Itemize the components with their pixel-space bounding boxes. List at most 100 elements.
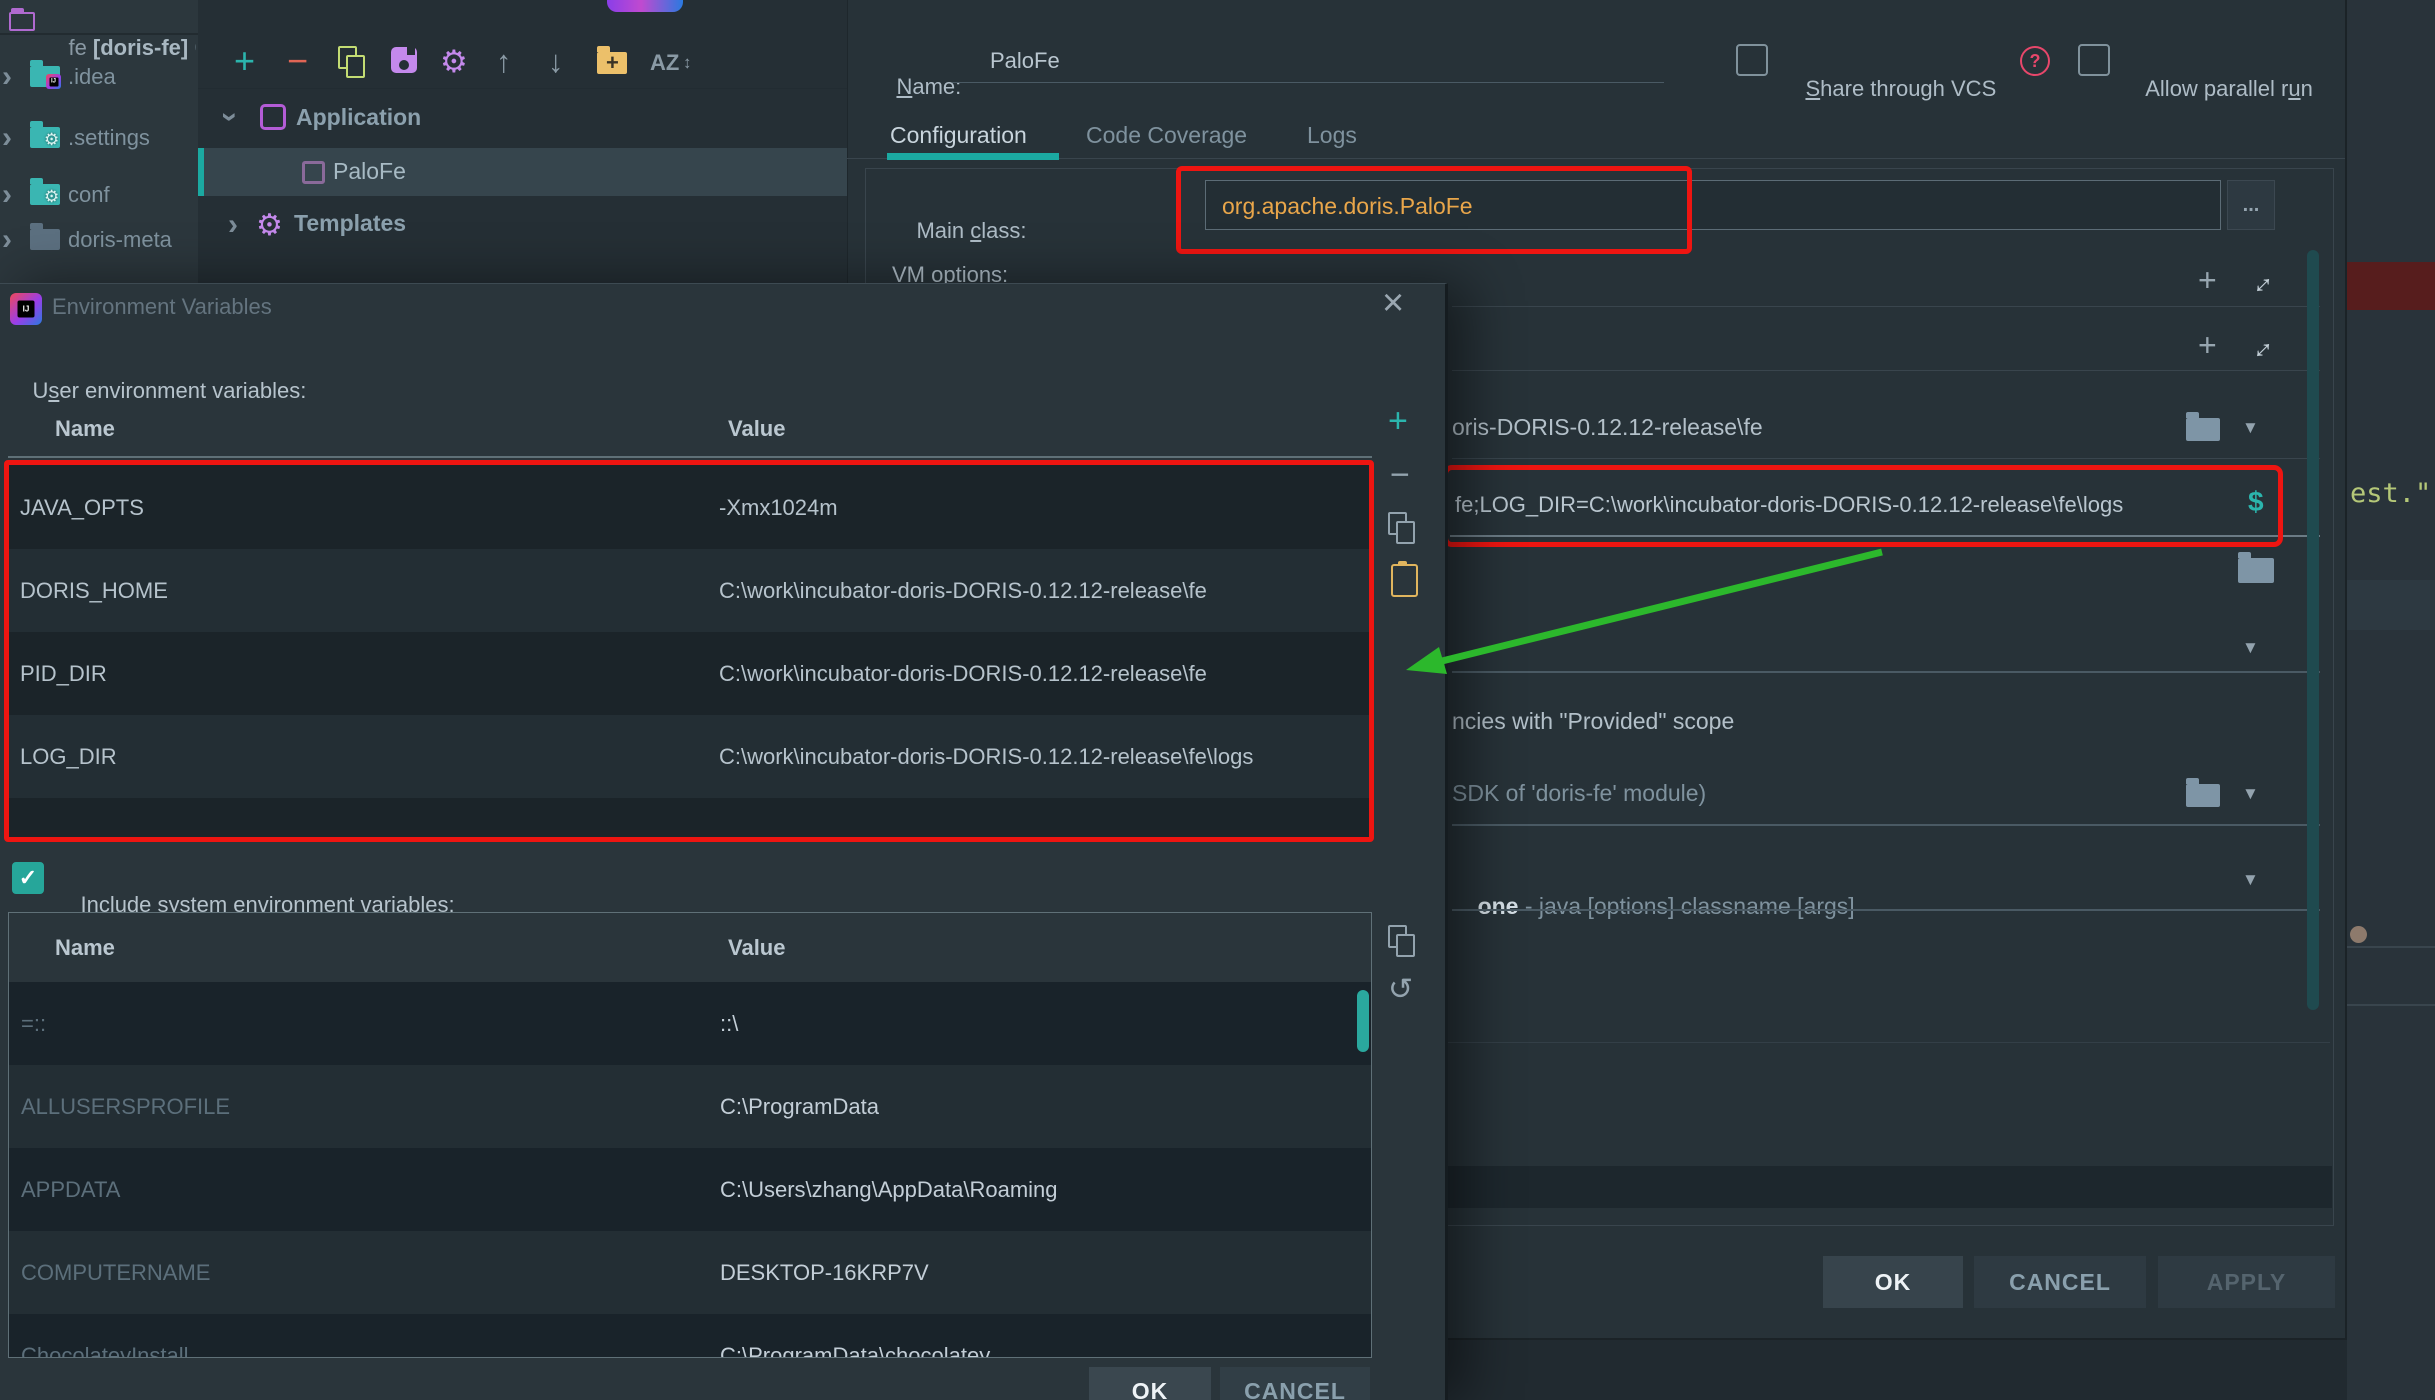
field-underline-jre bbox=[1452, 824, 2320, 826]
copy-system-var-button[interactable] bbox=[1388, 925, 1416, 957]
var-name: ALLUSERSPROFILE bbox=[21, 1094, 230, 1120]
column-header: Value bbox=[728, 935, 785, 961]
chevron-right-icon: › bbox=[228, 210, 238, 240]
ok-button[interactable]: OK bbox=[1823, 1256, 1963, 1308]
annotation-env-field bbox=[1443, 465, 2283, 547]
chevron-down-icon[interactable]: ▼ bbox=[2242, 638, 2259, 658]
sidebar-item-label: conf bbox=[68, 182, 110, 208]
allow-parallel-checkbox[interactable] bbox=[2078, 44, 2110, 76]
var-name: COMPUTERNAME bbox=[21, 1260, 210, 1286]
browse-folder-icon[interactable] bbox=[2238, 558, 2274, 583]
annotation-main-class bbox=[1176, 166, 1692, 254]
active-tab-underline bbox=[887, 153, 1059, 160]
new-folder-plus: + bbox=[606, 50, 619, 76]
name-label: Name: bbox=[872, 48, 961, 126]
browse-folder-icon[interactable] bbox=[2186, 418, 2220, 441]
move-down-button[interactable]: ↓ bbox=[548, 44, 564, 80]
chevron-right-icon: › bbox=[2, 62, 12, 92]
field-underline-workdir bbox=[1452, 458, 2320, 459]
browse-main-class-button[interactable]: ... bbox=[2227, 180, 2275, 230]
chevron-down-icon[interactable]: ▼ bbox=[2242, 784, 2259, 804]
move-up-button[interactable]: ↑ bbox=[496, 44, 512, 80]
help-icon[interactable]: ? bbox=[2020, 46, 2050, 76]
add-config-button[interactable]: + bbox=[234, 40, 255, 82]
templates-gear-icon: ⚙ bbox=[256, 208, 283, 243]
add-var-button[interactable]: + bbox=[1388, 402, 1408, 441]
table-scrollbar-thumb[interactable] bbox=[1357, 990, 1369, 1052]
table-row[interactable]: APPDATA C:\Users\zhang\AppData\Roaming bbox=[9, 1148, 1371, 1231]
var-value: C:\ProgramData\chocolatey bbox=[720, 1343, 990, 1359]
include-system-checkbox[interactable]: ✓ bbox=[12, 862, 44, 894]
table-row[interactable]: ALLUSERSPROFILE C:\ProgramData bbox=[9, 1065, 1371, 1148]
tab-configuration[interactable]: Configuration bbox=[890, 122, 1027, 149]
main-class-label: Main class: bbox=[892, 192, 1027, 270]
remove-var-button[interactable]: − bbox=[1390, 456, 1410, 495]
var-value: C:\ProgramData bbox=[720, 1094, 879, 1120]
chevron-down-icon[interactable]: ▼ bbox=[2242, 418, 2259, 438]
form-scrollbar[interactable] bbox=[2307, 250, 2319, 1010]
var-value: DESKTOP-16KRP7V bbox=[720, 1260, 929, 1286]
chevron-down-icon[interactable]: ▼ bbox=[2242, 870, 2259, 890]
paste-var-button[interactable] bbox=[1391, 564, 1418, 597]
selected-row-accent bbox=[198, 148, 204, 196]
sidebar-item-label: .settings bbox=[68, 125, 150, 151]
editor-bookmark-dot bbox=[2350, 926, 2367, 943]
title-divider bbox=[0, 33, 198, 35]
close-icon[interactable]: × bbox=[1382, 282, 1404, 325]
user-table-header-line bbox=[8, 456, 1372, 458]
chevron-right-icon: › bbox=[2, 180, 12, 210]
folder-icon bbox=[30, 229, 60, 250]
config-item-label: PaloFe bbox=[333, 158, 406, 185]
add-icon[interactable]: + bbox=[2198, 262, 2217, 299]
env-dialog-title: Environment Variables bbox=[52, 294, 272, 320]
share-vcs-checkbox[interactable] bbox=[1736, 44, 1768, 76]
dialog-app-icon: IJ bbox=[10, 293, 42, 325]
tab-logs[interactable]: Logs bbox=[1307, 122, 1357, 149]
add-icon[interactable]: + bbox=[2198, 327, 2217, 364]
editor-line-2 bbox=[2347, 1004, 2435, 1006]
project-folder-icon bbox=[9, 12, 35, 31]
editor-code-text: est." bbox=[2350, 478, 2431, 509]
table-row[interactable]: COMPUTERNAME DESKTOP-16KRP7V bbox=[9, 1231, 1371, 1314]
sidebar-item-label: doris-meta bbox=[68, 227, 172, 253]
save-config-button[interactable] bbox=[391, 47, 417, 73]
config-group-label: Application bbox=[296, 104, 421, 131]
editor-highlight-gray bbox=[2347, 580, 2435, 630]
tab-code-coverage[interactable]: Code Coverage bbox=[1086, 122, 1247, 149]
copy-config-button[interactable] bbox=[338, 46, 366, 78]
remove-config-button[interactable]: − bbox=[287, 40, 308, 82]
apply-button[interactable]: APPLY bbox=[2158, 1256, 2335, 1308]
gear-badge-icon: ⚙ bbox=[44, 130, 59, 150]
table-row[interactable]: ChocolateyInstall C:\ProgramData\chocola… bbox=[9, 1314, 1371, 1358]
sidebar-item-label: .idea bbox=[68, 64, 116, 90]
allow-parallel-label: Allow parallel run bbox=[2122, 50, 2313, 128]
sort-configs-button[interactable]: AZ bbox=[650, 50, 679, 76]
share-vcs-label: Share through VCS bbox=[1781, 50, 1996, 128]
editor-panel bbox=[2347, 0, 2435, 1400]
var-name: ChocolateyInstall bbox=[21, 1343, 189, 1359]
copy-var-button[interactable] bbox=[1388, 512, 1416, 544]
annotation-user-vars bbox=[4, 460, 1374, 842]
var-name: APPDATA bbox=[21, 1177, 120, 1203]
table-row[interactable]: =:: ::\ bbox=[9, 982, 1371, 1065]
env-ok-button[interactable]: OK bbox=[1089, 1367, 1211, 1400]
dialog-icon-partial bbox=[607, 0, 683, 12]
var-name: =:: bbox=[21, 1011, 46, 1037]
editor-highlight-red bbox=[2347, 262, 2435, 310]
intellij-badge-icon: IJ bbox=[46, 74, 61, 89]
application-icon bbox=[260, 104, 286, 130]
chevron-right-icon: › bbox=[2, 225, 12, 255]
chevron-right-icon: › bbox=[2, 123, 12, 153]
toolbar-divider bbox=[198, 88, 847, 89]
column-header: Name bbox=[55, 935, 115, 961]
browse-folder-icon[interactable] bbox=[2186, 784, 2220, 807]
name-value: PaloFe bbox=[990, 48, 1060, 74]
history-icon[interactable]: ↺ bbox=[1388, 972, 1413, 1007]
env-cancel-button[interactable]: CANCEL bbox=[1220, 1367, 1370, 1400]
sort-updown-icon: ↕ bbox=[683, 53, 692, 73]
screenshot-root: fe [doris-fe] C › IJ .idea › ⚙ .settings… bbox=[0, 0, 2435, 1400]
cancel-button[interactable]: CANCEL bbox=[1974, 1256, 2146, 1308]
user-table-header-value: Value bbox=[728, 416, 785, 442]
edit-templates-button[interactable]: ⚙ bbox=[440, 44, 468, 80]
window-title: fe [doris-fe] C bbox=[44, 9, 196, 87]
